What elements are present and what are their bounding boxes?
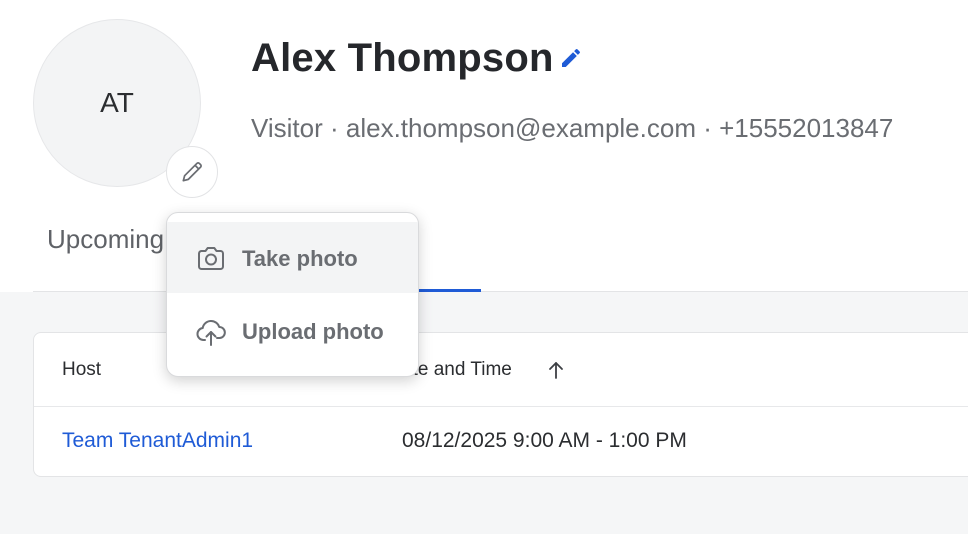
column-header-host[interactable]: Host [62, 359, 101, 381]
upload-photo-label: Upload photo [242, 319, 384, 344]
photo-menu: Take photo Upload photo [166, 212, 419, 377]
sort-ascending-icon[interactable] [546, 359, 566, 381]
visit-date-time: 08/12/2025 9:00 AM - 1:00 PM [402, 429, 687, 452]
edit-name-button[interactable] [558, 45, 584, 71]
avatar-initials: AT [100, 87, 134, 118]
tab-upcoming[interactable]: Upcoming [47, 224, 164, 255]
cloud-upload-icon [196, 320, 226, 346]
pencil-icon [562, 48, 581, 67]
take-photo-menu-item[interactable]: Take photo [167, 222, 418, 293]
profile-meta: Visitor · alex.thompson@example.com · +1… [251, 113, 894, 143]
upload-photo-menu-item[interactable]: Upload photo [167, 295, 418, 366]
profile-header: AT Alex Thompson Visitor · alex.thompson… [0, 0, 968, 292]
pencil-outline-icon [182, 162, 202, 182]
take-photo-label: Take photo [242, 246, 358, 271]
row-divider [34, 406, 968, 407]
host-link[interactable]: Team TenantAdmin1 [62, 429, 253, 453]
camera-icon [198, 247, 224, 270]
profile-name: Alex Thompson [251, 36, 554, 80]
edit-avatar-button[interactable] [166, 146, 218, 198]
